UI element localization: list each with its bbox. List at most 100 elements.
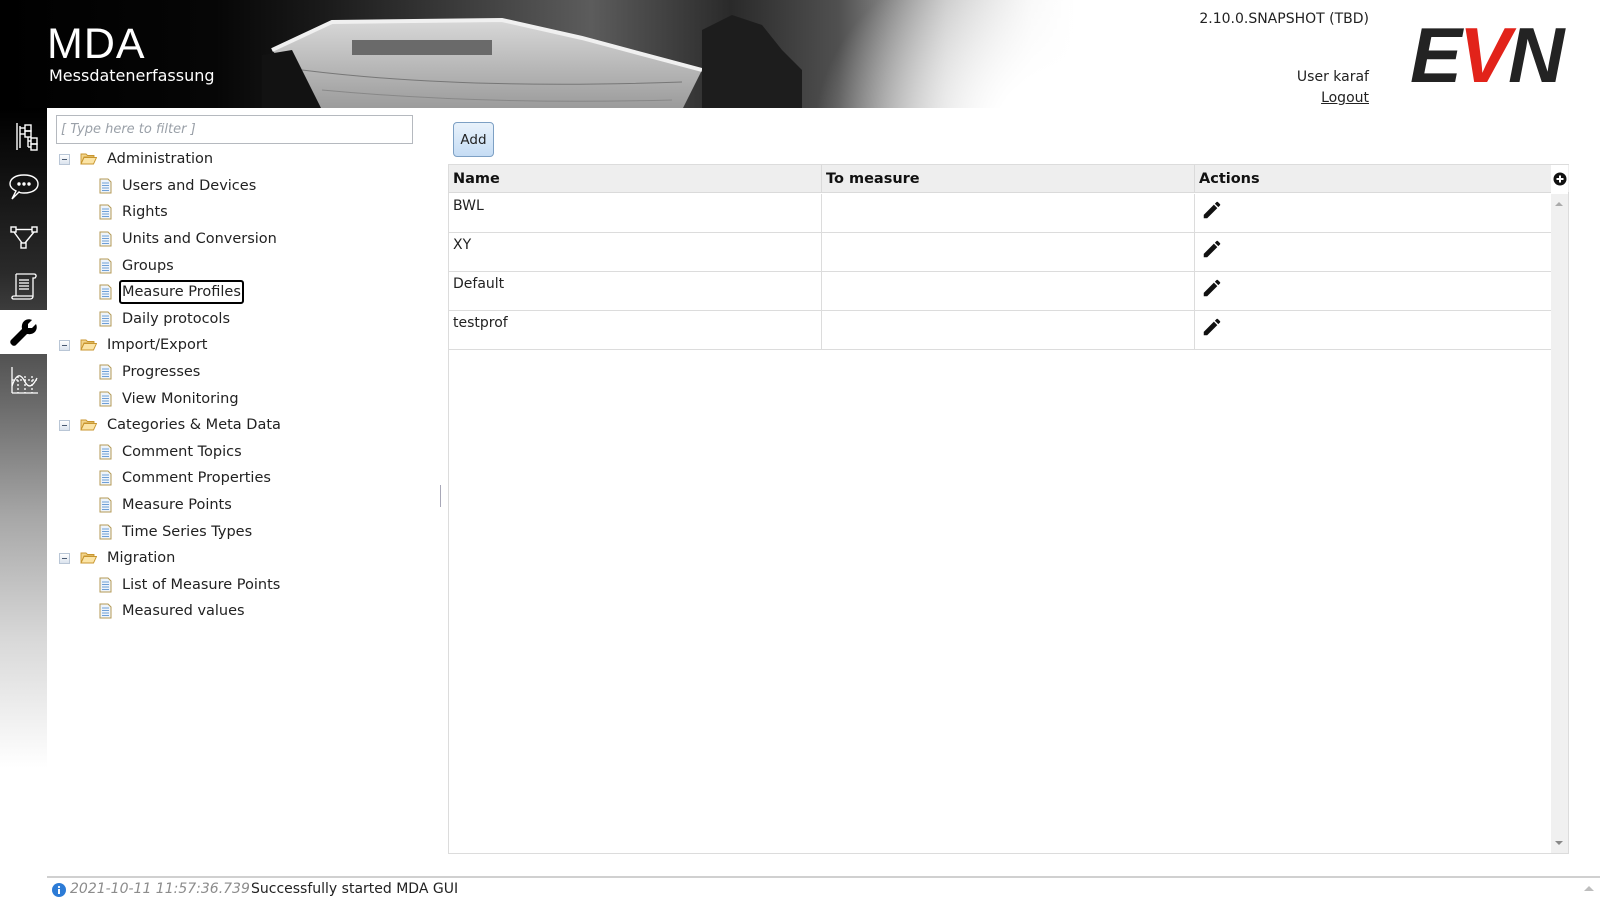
document-icon — [99, 231, 112, 247]
rail-item-charts[interactable] — [0, 358, 47, 402]
rail-item-hierarchy[interactable] — [0, 114, 47, 158]
rail-item-protocol[interactable] — [0, 264, 47, 308]
tree-item[interactable]: Measure Profiles — [57, 279, 427, 306]
cell-to-measure — [822, 272, 1195, 310]
document-icon — [99, 524, 112, 540]
collapse-toggle-icon[interactable] — [59, 153, 70, 165]
scroll-up-arrow-icon[interactable] — [1555, 202, 1563, 206]
table-row[interactable]: testprof — [449, 311, 1569, 350]
document-icon — [99, 204, 112, 220]
collapse-toggle-icon[interactable] — [59, 419, 70, 431]
document-icon — [99, 391, 112, 407]
column-header-to-measure[interactable]: To measure — [822, 165, 1195, 193]
tree-item[interactable]: View Monitoring — [57, 385, 427, 412]
tree-group-label: Migration — [107, 550, 176, 567]
plus-circle-icon — [1553, 172, 1566, 186]
tree-item[interactable]: Comment Properties — [57, 465, 427, 492]
dam-photo-illustration — [262, 15, 802, 108]
cell-actions — [1195, 272, 1567, 310]
status-timestamp: 2021-10-11 11:57:36.739 — [70, 881, 250, 897]
cell-to-measure — [822, 194, 1195, 232]
tree-item[interactable]: Rights — [57, 199, 427, 226]
wrench-icon — [9, 319, 37, 346]
rail-item-comments[interactable] — [0, 164, 47, 208]
tree-item-label: View Monitoring — [122, 390, 239, 407]
tree-item[interactable]: Comment Topics — [57, 439, 427, 466]
tree-group-label: Import/Export — [107, 337, 208, 354]
header-banner-image: MDA Messdatenerfassung — [0, 0, 1075, 108]
tree-item[interactable]: Time Series Types — [57, 518, 427, 545]
navigation-tree-panel: Administration Users and Devices Rights Uni… — [47, 108, 437, 858]
navigation-rail — [0, 108, 47, 768]
column-header-name[interactable]: Name — [449, 165, 822, 193]
document-icon — [99, 311, 112, 327]
tree-group[interactable]: Import/Export — [57, 332, 427, 359]
grid-vertical-scrollbar[interactable] — [1551, 194, 1568, 853]
collapse-toggle-icon[interactable] — [59, 339, 70, 351]
tree-item[interactable]: Units and Conversion — [57, 226, 427, 253]
logo-letter-e: E — [1410, 11, 1462, 99]
pencil-edit-icon[interactable] — [1201, 277, 1223, 299]
tree-item-label: Measured values — [122, 603, 245, 620]
column-header-actions[interactable]: Actions — [1195, 165, 1567, 193]
document-icon — [99, 284, 112, 300]
tree-item-label: Comment Properties — [122, 470, 271, 487]
tree-item-label: Time Series Types — [122, 523, 253, 540]
rail-item-network[interactable] — [0, 214, 47, 258]
expand-log-arrow-icon[interactable] — [1584, 886, 1594, 891]
tree-group[interactable]: Categories & Meta Data — [57, 412, 427, 439]
panel-splitter-handle[interactable] — [440, 485, 441, 507]
tree-item-label: Units and Conversion — [122, 231, 277, 248]
collapse-toggle-icon[interactable] — [59, 552, 70, 564]
line-chart-icon — [10, 367, 38, 394]
tree-item-label: Comment Topics — [122, 443, 242, 460]
tree-item[interactable]: Users and Devices — [57, 173, 427, 200]
cell-to-measure — [822, 311, 1195, 349]
cell-actions — [1195, 311, 1567, 349]
navigation-tree: Administration Users and Devices Rights Uni… — [57, 146, 427, 625]
scroll-document-icon — [10, 273, 37, 300]
document-icon — [99, 577, 112, 593]
add-button[interactable]: Add — [453, 122, 494, 157]
tree-filter-input[interactable] — [56, 115, 413, 144]
folder-open-icon — [80, 152, 98, 166]
tree-item[interactable]: Progresses — [57, 359, 427, 386]
version-label: 2.10.0.SNAPSHOT (TBD) — [1199, 11, 1369, 27]
column-chooser-button[interactable] — [1551, 165, 1568, 193]
tree-group[interactable]: Administration — [57, 146, 427, 173]
tree-group-label: Categories & Meta Data — [107, 417, 281, 434]
tree-item[interactable]: Groups — [57, 252, 427, 279]
table-row[interactable]: Default — [449, 272, 1569, 311]
tree-item-label: List of Measure Points — [122, 576, 281, 593]
tree-item-label: Rights — [122, 204, 168, 221]
info-icon — [52, 883, 66, 897]
status-message: Successfully started MDA GUI — [251, 881, 459, 897]
table-row[interactable]: BWL — [449, 194, 1569, 233]
document-icon — [99, 258, 112, 274]
grid-body: BWL XY Default testprof — [449, 194, 1569, 350]
app-subtitle: Messdatenerfassung — [49, 66, 215, 85]
scroll-down-arrow-icon[interactable] — [1555, 841, 1563, 845]
network-graph-icon — [9, 226, 38, 249]
app-title: MDA — [47, 20, 146, 68]
pencil-edit-icon[interactable] — [1201, 199, 1223, 221]
tree-group[interactable]: Migration — [57, 545, 427, 572]
tree-item-label: Users and Devices — [122, 177, 257, 194]
status-bar: 2021-10-11 11:57:36.739 Successfully sta… — [47, 876, 1600, 900]
tree-item-label: Daily protocols — [122, 310, 230, 327]
tree-item-label: Measure Profiles — [119, 280, 244, 305]
rail-item-administration[interactable] — [0, 310, 47, 354]
document-icon — [99, 497, 112, 513]
pencil-edit-icon[interactable] — [1201, 238, 1223, 260]
tree-item[interactable]: List of Measure Points — [57, 572, 427, 599]
tree-item-label: Groups — [122, 257, 174, 274]
document-icon — [99, 470, 112, 486]
table-row[interactable]: XY — [449, 233, 1569, 272]
pencil-edit-icon[interactable] — [1201, 316, 1223, 338]
folder-open-icon — [80, 551, 98, 565]
tree-item[interactable]: Measured values — [57, 598, 427, 625]
tree-item[interactable]: Daily protocols — [57, 306, 427, 333]
logo-letter-n: N — [1508, 11, 1564, 99]
logout-link[interactable]: Logout — [1321, 90, 1369, 106]
tree-item[interactable]: Measure Points — [57, 492, 427, 519]
